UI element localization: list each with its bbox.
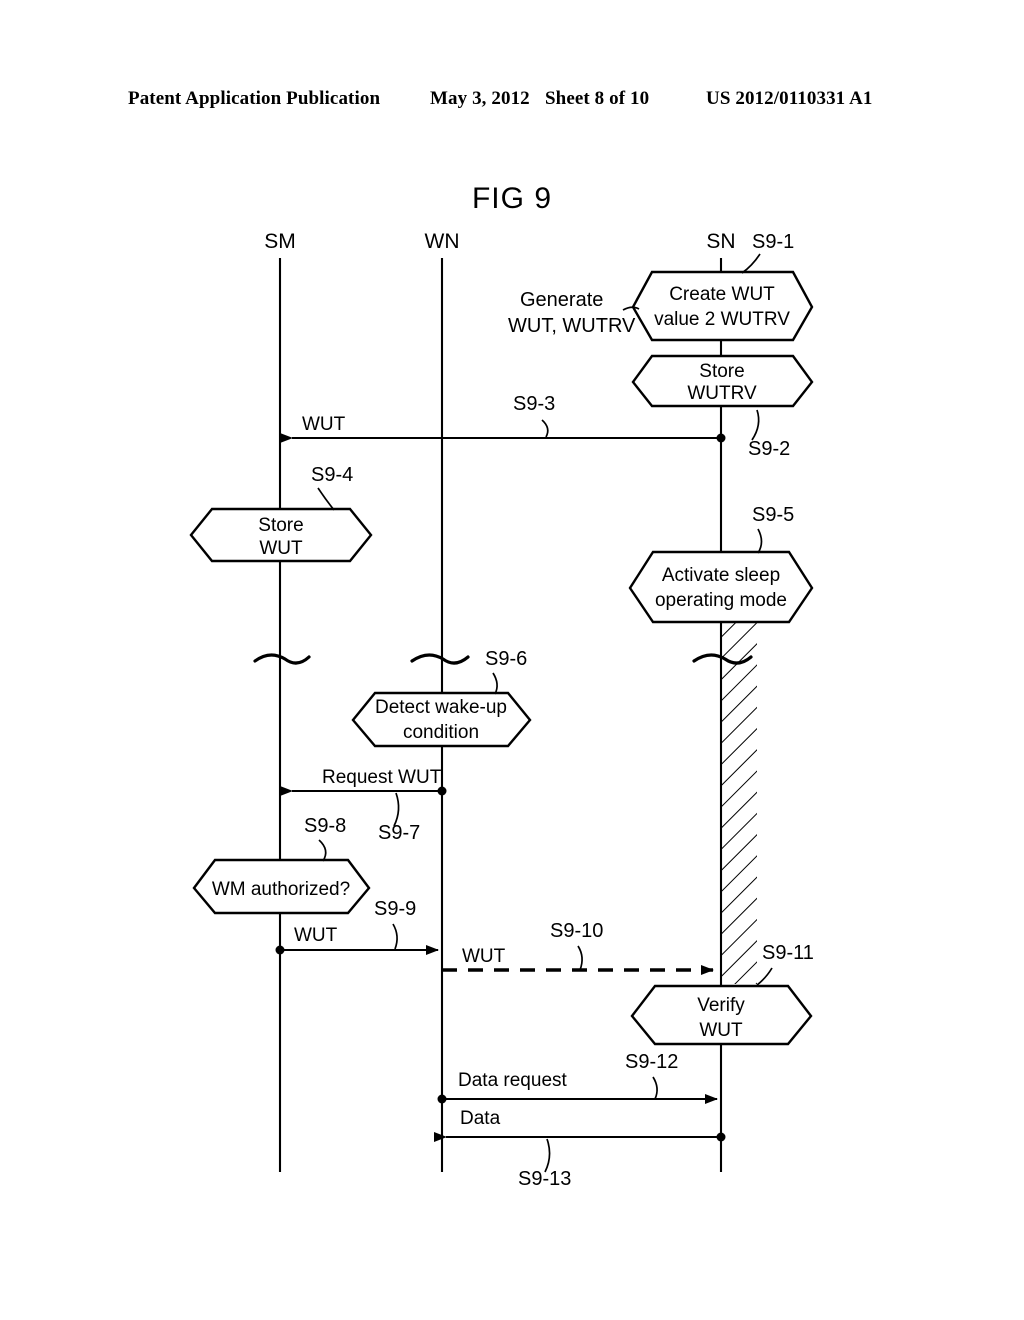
process-box-verify-wut-line1: Verify: [697, 995, 745, 1016]
message-label-wut-wn-sn: WUT: [462, 946, 506, 967]
process-box-store-wut-line2: WUT: [259, 538, 303, 559]
lifeline-label-wn: WN: [425, 230, 460, 253]
note-generate-line1: Generate: [520, 289, 603, 311]
process-box-wm-authorized-line1: WM authorized?: [212, 879, 350, 900]
leader-s9-6: [492, 672, 498, 695]
message-origin-dot-s9-12: [437, 1094, 447, 1104]
leader-s9-12: [652, 1076, 658, 1100]
process-box-activate-sleep: [628, 550, 814, 624]
process-box-store-wut-line1: Store: [258, 515, 303, 536]
step-label-s9-7: S9-7: [378, 822, 420, 844]
step-label-s9-8: S9-8: [304, 815, 346, 837]
leader-s9-11: [756, 967, 773, 986]
message-label-wut-sm-wn: WUT: [294, 925, 338, 946]
process-box-activate-sleep-line2: operating mode: [655, 590, 787, 611]
step-label-s9-3: S9-3: [513, 393, 555, 415]
step-label-s9-12: S9-12: [625, 1051, 678, 1073]
process-box-create-wut-line1: Create WUT: [669, 284, 775, 305]
step-label-s9-5: S9-5: [752, 504, 794, 526]
process-box-verify-wut-line2: WUT: [699, 1020, 743, 1041]
lifeline-label-sm: SM: [264, 230, 296, 253]
step-label-s9-6: S9-6: [485, 648, 527, 670]
message-label-data: Data: [460, 1108, 501, 1129]
leader-s9-8: [318, 839, 327, 862]
message-label-wut-sn-sm: WUT: [302, 414, 346, 435]
figure-area: FIG 9 SM WN SN Create WUT value 2 WUTRV: [0, 0, 1024, 1320]
leader-s9-3: [541, 419, 549, 438]
process-box-create-wut-line2: value 2 WUTRV: [654, 309, 790, 330]
step-label-s9-1: S9-1: [752, 231, 794, 253]
lifeline-break-wn: [410, 653, 470, 665]
process-box-activate-sleep-line1: Activate sleep: [662, 565, 780, 586]
process-box-store-wutrv-line2: WUTRV: [687, 383, 757, 404]
lifeline-break-sm: [253, 653, 311, 665]
message-label-request-wut: Request WUT: [322, 767, 442, 788]
step-label-s9-2: S9-2: [748, 438, 790, 460]
leader-s9-10: [577, 945, 583, 971]
step-label-s9-10: S9-10: [550, 920, 603, 942]
process-box-detect-wakeup-line1: Detect wake-up: [375, 697, 507, 718]
leader-s9-1: [741, 253, 761, 274]
step-label-s9-4: S9-4: [311, 464, 353, 486]
message-label-data-request: Data request: [458, 1070, 568, 1091]
message-origin-dot-s9-13: [716, 1132, 726, 1142]
leader-s9-2: [751, 409, 760, 441]
process-box-store-wutrv-line1: Store: [699, 361, 744, 382]
message-origin-dot-s9-3: [716, 433, 726, 443]
step-label-s9-11: S9-11: [762, 942, 814, 964]
step-label-s9-9: S9-9: [374, 898, 416, 920]
sequence-diagram: SM WN SN Create WUT value 2 WUTRV S9-1 G…: [189, 230, 814, 1190]
leader-s9-4: [317, 487, 335, 511]
lifeline-label-sn: SN: [706, 230, 735, 253]
sleep-hatch-band: [721, 622, 757, 984]
process-box-detect-wakeup-line2: condition: [403, 722, 479, 743]
message-origin-dot-s9-9: [275, 945, 285, 955]
note-generate-line2: WUT, WUTRV: [508, 315, 636, 337]
leader-s9-5: [757, 528, 763, 554]
leader-s9-9: [392, 923, 398, 950]
